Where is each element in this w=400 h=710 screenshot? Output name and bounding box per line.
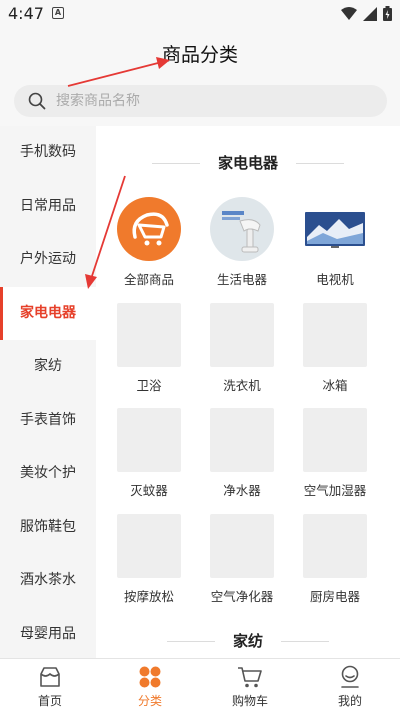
placeholder-image [117,514,181,578]
grid-item-kitchen-appliances[interactable]: 厨房电器 [290,514,380,605]
nav-item-cart[interactable]: 购物车 [200,659,300,710]
nav-item-profile[interactable]: 我的 [300,659,400,710]
section-title-textiles: 家纺 [96,630,400,651]
wifi-icon [341,6,357,20]
sidebar-item-beauty-care[interactable]: 美妆个护 [0,447,96,501]
profile-icon [341,665,359,688]
bottom-nav: 首页 分类 购物车 我的 [0,658,400,710]
placeholder-image [210,303,274,367]
nav-item-home[interactable]: 首页 [0,659,100,710]
search-icon [28,92,46,110]
sidebar-item-home-appliances[interactable]: 家电电器 [0,286,96,340]
grid-item-washing-machine[interactable]: 洗衣机 [197,303,287,394]
status-bar: 4:47 A [0,0,400,28]
placeholder-image [117,408,181,472]
grid-item-massage[interactable]: 按摩放松 [104,514,194,605]
grid-item-tv[interactable]: 电视机 [290,197,380,288]
search-box[interactable] [14,85,387,117]
sidebar-item-daily-goods[interactable]: 日常用品 [0,180,96,234]
search-bar [0,76,400,126]
grid-item-label: 全部商品 [123,272,174,287]
search-input[interactable] [56,93,356,109]
home-icon [40,667,60,687]
placeholder-image [303,514,367,578]
battery-icon [383,6,392,21]
grid-item-mosquito-killer[interactable]: 灭蚊器 [104,408,194,499]
sidebar-item-phones-digital[interactable]: 手机数码 [0,126,96,180]
grid-item-label: 生活电器 [216,272,267,287]
steamer-image [210,197,274,261]
status-time: 4:47 [8,4,44,23]
placeholder-image [303,303,367,367]
nav-item-category[interactable]: 分类 [100,659,200,710]
sidebar-item-outdoor-sports[interactable]: 户外运动 [0,233,96,287]
sidebar-item-mother-baby[interactable]: 母婴用品 [0,608,96,659]
grid-item-small-appliances[interactable]: 生活电器 [197,197,287,288]
nav-label: 首页 [37,694,62,708]
tv-image [303,197,367,261]
cart-icon [238,667,262,688]
category-sidebar: 手机数码 日常用品 户外运动 家电电器 家纺 手表首饰 美妆个护 服饰鞋包 酒水… [0,126,96,658]
grid-item-bathroom[interactable]: 卫浴 [104,303,194,394]
grid-item-label: 空气净化器 [210,589,274,604]
header: 商品分类 [0,28,400,76]
nav-label: 购物车 [231,694,268,708]
grid-item-label: 卫浴 [136,378,162,393]
sidebar-item-clothing-bags[interactable]: 服饰鞋包 [0,501,96,555]
sidebar-item-home-textiles[interactable]: 家纺 [0,340,96,394]
grid-item-humidifier[interactable]: 空气加湿器 [290,408,380,499]
category-icon [139,666,161,688]
grid-item-label: 洗衣机 [223,378,261,393]
grid-item-water-purifier[interactable]: 净水器 [197,408,287,499]
sidebar-item-watches-jewelry[interactable]: 手表首饰 [0,394,96,448]
status-icons [341,6,392,21]
placeholder-image [303,408,367,472]
section-title-appliances: 家电电器 [96,152,400,173]
page-title: 商品分类 [161,44,238,66]
all-products-icon [117,197,181,261]
placeholder-image [117,303,181,367]
grid-item-label: 厨房电器 [309,589,360,604]
sidebar-item-drinks-tea[interactable]: 酒水茶水 [0,554,96,608]
grid-item-air-purifier[interactable]: 空气净化器 [197,514,287,605]
category-content: 家电电器 全部商品 生活电器 电视机 卫浴 洗衣机 冰箱 灭蚊器 净水器 空气加… [96,126,400,658]
grid-item-all-products[interactable]: 全部商品 [104,197,194,288]
notification-icon: A [52,7,64,19]
grid-item-label: 按摩放松 [123,589,174,604]
grid-item-fridge[interactable]: 冰箱 [290,303,380,394]
grid-item-label: 空气加湿器 [303,483,367,498]
nav-label: 我的 [337,694,362,708]
signal-icon [363,6,377,21]
grid-item-label: 灭蚊器 [130,483,168,498]
grid-item-label: 冰箱 [322,378,348,393]
nav-label: 分类 [137,694,162,708]
placeholder-image [210,408,274,472]
placeholder-image [210,514,274,578]
grid-item-label: 电视机 [316,272,354,287]
grid-item-label: 净水器 [223,483,261,498]
